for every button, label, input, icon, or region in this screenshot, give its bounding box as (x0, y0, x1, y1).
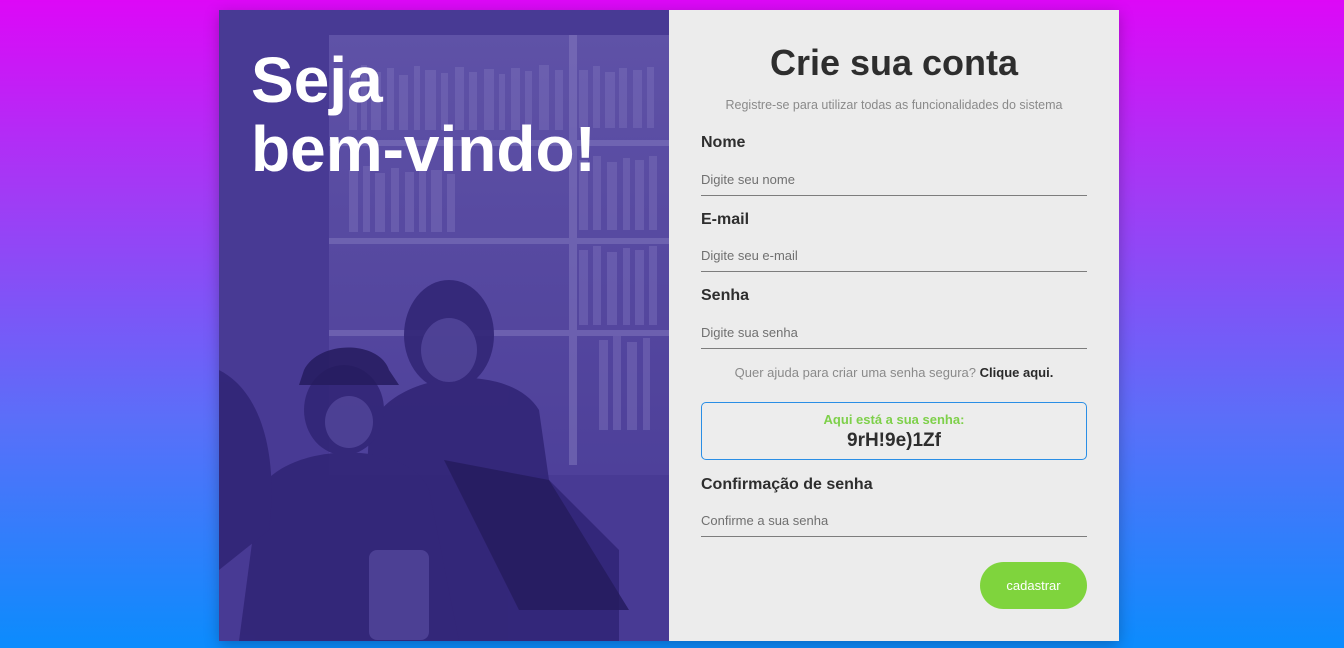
welcome-line-2: bem-vindo! (251, 113, 596, 186)
generated-password-value: 9rH!9e)1Zf (847, 430, 941, 451)
password-label: Senha (701, 287, 750, 304)
name-label: Nome (701, 134, 746, 151)
email-field-group: E-mail (701, 211, 1087, 272)
password-help: Quer ajuda para criar uma senha segura? … (701, 365, 1087, 380)
signup-card: Seja bem-vindo! Crie sua conta Registre-… (219, 10, 1119, 641)
password-input[interactable] (701, 325, 1087, 349)
password-help-text: Quer ajuda para criar uma senha segura? (734, 365, 977, 380)
name-field-group: Nome (701, 134, 1087, 196)
name-input[interactable] (701, 172, 1087, 196)
email-label: E-mail (701, 211, 750, 228)
password-help-link[interactable]: Clique aqui. (980, 365, 1054, 380)
confirm-field-group: Confirmação de senha (701, 476, 1087, 537)
confirm-password-label: Confirmação de senha (701, 476, 873, 493)
password-field-group: Senha (701, 287, 1087, 349)
confirm-password-input[interactable] (701, 513, 1087, 537)
email-input[interactable] (701, 248, 1087, 272)
welcome-line-1: Seja (251, 44, 383, 116)
welcome-panel: Seja bem-vindo! (219, 10, 669, 641)
form-title: Crie sua conta (769, 42, 1019, 83)
form-subtitle: Registre-se para utilizar todas as funci… (725, 98, 1063, 112)
welcome-heading: Seja bem-vindo! (251, 44, 651, 186)
generated-password-label: Aqui está a sua senha: (823, 412, 965, 427)
signup-form-panel: Crie sua conta Registre-se para utilizar… (669, 10, 1119, 641)
submit-button[interactable]: cadastrar (980, 562, 1087, 609)
generated-password-box: Aqui está a sua senha: 9rH!9e)1Zf (701, 402, 1087, 460)
